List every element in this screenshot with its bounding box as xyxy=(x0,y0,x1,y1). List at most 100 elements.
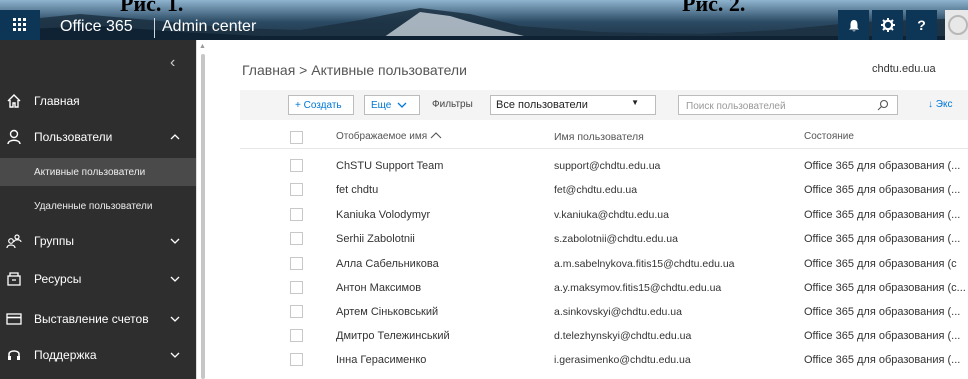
nav-item-resources[interactable]: Ресурсы xyxy=(0,262,196,296)
row-checkbox[interactable] xyxy=(290,159,303,172)
row-checkbox[interactable] xyxy=(290,257,303,270)
row-checkbox[interactable] xyxy=(290,183,303,196)
help-icon: ? xyxy=(917,17,926,33)
more-button[interactable]: Еще xyxy=(364,95,420,115)
username: fet@chdtu.edu.ua xyxy=(554,184,638,196)
nav-item-label: Главная xyxy=(34,94,80,108)
user-search-box[interactable] xyxy=(678,95,898,115)
display-name: ChSTU Support Team xyxy=(336,160,444,172)
filter-select-value: Все пользователи xyxy=(496,99,588,111)
filter-select[interactable]: Все пользователи ▼ xyxy=(490,95,656,115)
display-name: Алла Сабельникова xyxy=(336,258,439,270)
status: Office 365 для образования (... xyxy=(804,160,961,172)
row-checkbox[interactable] xyxy=(290,329,303,342)
nav-item-users[interactable]: Пользователи xyxy=(0,120,196,154)
collapse-nav-icon[interactable]: ‹ xyxy=(170,54,175,72)
help-button[interactable]: ? xyxy=(906,10,937,40)
filters-label: Фильтры xyxy=(432,99,473,110)
brand-divider xyxy=(154,18,155,38)
username: a.y.maksymov.fitis15@chdtu.edu.ua xyxy=(554,282,722,294)
nav-item-deleted-users[interactable]: Удаленные пользователи xyxy=(0,192,196,220)
figure-caption-left: Рис. 1. xyxy=(120,0,184,16)
table-row[interactable]: Інна Герасименко i.gerasimenko@chdtu.edu… xyxy=(240,348,968,372)
select-all-checkbox[interactable] xyxy=(290,131,303,144)
sort-ascending-icon xyxy=(430,132,442,139)
support-icon xyxy=(8,350,20,360)
display-name: Інна Герасименко xyxy=(336,354,427,366)
gear-icon xyxy=(880,18,895,32)
chevron-down-icon xyxy=(397,102,407,108)
admin-center-title[interactable]: Admin center xyxy=(162,18,256,36)
nav-item-groups[interactable]: Группы xyxy=(0,224,196,258)
table-row[interactable]: Артем Сіньковський a.sinkovskyi@chdtu.ed… xyxy=(240,300,968,324)
left-navigation: ‹ Главная Пользователи Активные пользова… xyxy=(0,40,196,379)
row-checkbox[interactable] xyxy=(290,353,303,366)
username: i.gerasimenko@chdtu.edu.ua xyxy=(554,354,691,366)
table-row[interactable]: Serhii Zabolotnii s.zabolotnii@chdtu.edu… xyxy=(240,227,968,251)
users-toolbar: + Создать Еще Фильтры Все пользователи ▼… xyxy=(240,90,968,120)
figure-caption-right: Рис. 2. xyxy=(682,0,746,16)
display-name: Антон Максимов xyxy=(336,282,422,294)
nav-item-label: Ресурсы xyxy=(34,272,82,286)
table-row[interactable]: Антон Максимов a.y.maksymov.fitis15@chdt… xyxy=(240,276,968,300)
scroll-up-icon[interactable]: ▲ xyxy=(199,43,206,50)
column-header-label: Отображаемое имя xyxy=(336,131,428,142)
status: Office 365 для образования (... xyxy=(804,209,961,221)
nav-item-billing[interactable]: Выставление счетов xyxy=(0,302,196,336)
column-header-status[interactable]: Состояние xyxy=(804,131,854,142)
nav-item-home[interactable]: Главная xyxy=(0,84,196,118)
more-label: Еще xyxy=(371,99,392,111)
office365-brand[interactable]: Office 365 xyxy=(60,18,133,36)
app-launcher-icon xyxy=(13,18,26,31)
status: Office 365 для образования (... xyxy=(804,354,961,366)
app-launcher-button[interactable] xyxy=(0,10,40,40)
group-icon xyxy=(6,234,22,249)
status: Office 365 для образования (... xyxy=(804,184,961,196)
display-name: Дмитро Тележинський xyxy=(336,330,450,342)
row-checkbox[interactable] xyxy=(290,305,303,318)
chevron-down-icon xyxy=(170,316,180,322)
table-row[interactable]: Дмитро Тележинський d.telezhynskyi@chdtu… xyxy=(240,324,968,348)
bell-icon xyxy=(848,19,859,31)
resources-icon xyxy=(7,272,21,286)
nav-item-label: Группы xyxy=(34,234,74,248)
username: a.sinkovskyi@chdtu.edu.ua xyxy=(554,306,682,318)
row-checkbox[interactable] xyxy=(290,232,303,245)
nav-item-active-users[interactable]: Активные пользователи xyxy=(0,158,196,186)
user-icon xyxy=(7,129,21,145)
row-checkbox[interactable] xyxy=(290,281,303,294)
table-row[interactable]: ChSTU Support Team support@chdtu.edu.ua … xyxy=(240,154,968,178)
nav-item-support[interactable]: Поддержка xyxy=(0,338,196,372)
status: Office 365 для образования (c... xyxy=(804,282,966,294)
main-content: Главная > Активные пользователи chdtu.ed… xyxy=(208,40,968,379)
nav-item-label: Поддержка xyxy=(34,348,97,362)
caret-down-icon: ▼ xyxy=(631,98,639,107)
username: d.telezhynskyi@chdtu.edu.ua xyxy=(554,330,692,342)
status: Office 365 для образования (c xyxy=(804,258,957,270)
search-input[interactable] xyxy=(684,100,868,113)
row-checkbox[interactable] xyxy=(290,208,303,221)
table-header: Отображаемое имя Имя пользователя Состоя… xyxy=(240,124,968,149)
breadcrumb: Главная > Активные пользователи xyxy=(242,62,467,78)
username: support@chdtu.edu.ua xyxy=(554,160,661,172)
table-row[interactable]: Алла Сабельникова a.m.sabelnykova.fitis1… xyxy=(240,252,968,276)
search-icon xyxy=(877,99,889,111)
settings-button[interactable] xyxy=(872,10,903,40)
column-header-username[interactable]: Имя пользователя xyxy=(554,131,644,143)
status: Office 365 для образования (... xyxy=(804,233,961,245)
scrollbar-thumb[interactable] xyxy=(201,54,205,379)
avatar[interactable] xyxy=(945,10,968,40)
create-user-button[interactable]: + Создать xyxy=(288,95,354,115)
column-header-display-name[interactable]: Отображаемое имя xyxy=(336,131,442,142)
status: Office 365 для образования (... xyxy=(804,306,961,318)
nav-item-label: Активные пользователи xyxy=(34,166,146,178)
table-row[interactable]: fet chdtu fet@chdtu.edu.ua Office 365 дл… xyxy=(240,178,968,202)
table-row[interactable]: Kaniuka Volodymyr v.kaniuka@chdtu.edu.ua… xyxy=(240,203,968,227)
home-icon xyxy=(7,94,21,108)
status: Office 365 для образования (... xyxy=(804,330,961,342)
export-button[interactable]: ↓ Экс xyxy=(928,99,952,110)
nav-item-label: Выставление счетов xyxy=(34,312,149,326)
display-name: Артем Сіньковський xyxy=(336,306,439,318)
create-user-label: + Создать xyxy=(295,99,342,111)
notifications-button[interactable] xyxy=(838,10,869,40)
